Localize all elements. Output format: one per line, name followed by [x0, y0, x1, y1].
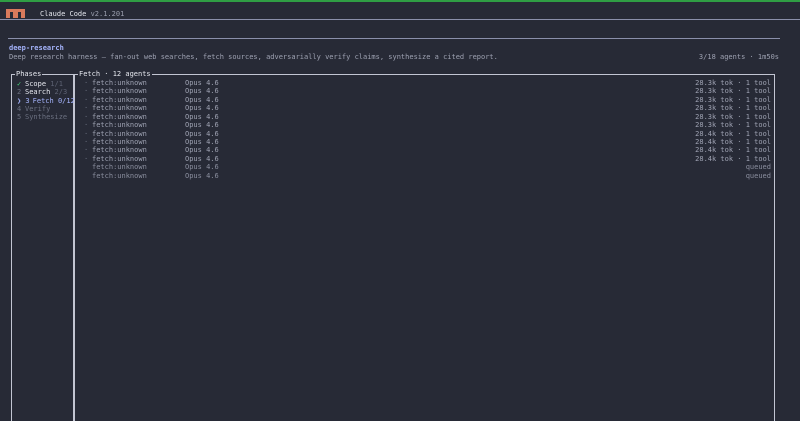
- phase-label: Fetch 0/12: [32, 96, 75, 105]
- agent-name: fetch:unknown: [92, 112, 147, 121]
- phase-item-scope[interactable]: ✓ Scope 1/1: [17, 80, 77, 88]
- agents-panel: Fetch · 12 agents · fetch:unknown Opus 4.6…: [74, 70, 775, 421]
- status-dot-icon: ·: [84, 79, 89, 87]
- agent-model: Opus 4.6: [185, 129, 219, 138]
- agent-stats: 28.4k tok · 1 tool: [695, 146, 771, 155]
- agent-stats: queued: [745, 171, 771, 180]
- phase-number: 4: [17, 104, 22, 113]
- agent-name: fetch:unknown: [92, 79, 147, 87]
- phase-item-search[interactable]: 2 Search 2/3: [17, 88, 77, 96]
- agent-name: fetch:unknown: [92, 137, 147, 146]
- workflow-divider: [8, 38, 780, 39]
- status-dot-icon: ·: [84, 112, 89, 121]
- agent-name: fetch:unknown: [92, 129, 147, 138]
- agent-model: Opus 4.6: [185, 146, 219, 155]
- agent-stats: 28.3k tok · 1 tool: [695, 79, 771, 87]
- agent-stats: 28.3k tok · 1 tool: [695, 121, 771, 130]
- status-dot-icon: ·: [84, 154, 89, 163]
- status-dot-icon: ·: [84, 137, 89, 146]
- agent-stats: 28.3k tok · 1 tool: [695, 87, 771, 96]
- app-title: Claude Code v2.1.201: [40, 10, 124, 18]
- top-accent-line: [0, 0, 800, 2]
- status-dot-icon: ·: [84, 129, 89, 138]
- agent-name: fetch:unknown: [92, 121, 147, 130]
- agent-stats: 28.3k tok · 1 tool: [695, 112, 771, 121]
- header-divider: [0, 19, 800, 20]
- agent-name: fetch:unknown: [92, 146, 147, 155]
- agent-row[interactable]: · fetch:unknown Opus 4.6 28.3k tok · 1 tool: [84, 121, 771, 129]
- agent-row[interactable]: · fetch:unknown Opus 4.6 28.3k tok · 1 tool: [84, 79, 771, 87]
- agent-row[interactable]: · fetch:unknown Opus 4.6 28.4k tok · 1 tool: [84, 130, 771, 138]
- check-icon: ✓: [17, 80, 22, 88]
- phase-item-verify[interactable]: 4 Verify: [17, 105, 77, 113]
- agent-name: fetch:unknown: [92, 87, 147, 96]
- phase-item-fetch[interactable]: ❯ 3 Fetch 0/12: [17, 97, 77, 105]
- workflow-name: deep-research: [9, 44, 64, 52]
- agent-row[interactable]: · fetch:unknown Opus 4.6 28.3k tok · 1 tool: [84, 96, 771, 104]
- agent-model: Opus 4.6: [185, 154, 219, 163]
- status-dot-icon: ·: [84, 121, 89, 130]
- agent-name: fetch:unknown: [92, 154, 147, 163]
- workflow-status: 3/18 agents · 1m50s: [698, 53, 779, 61]
- status-dot-icon: ·: [84, 87, 89, 96]
- agent-model: Opus 4.6: [185, 112, 219, 121]
- status-dot-icon: ·: [84, 95, 89, 104]
- status-dot-icon: ·: [84, 104, 89, 113]
- status-dot-icon: ·: [84, 146, 89, 155]
- agent-stats: 28.4k tok · 1 tool: [695, 137, 771, 146]
- agent-row[interactable]: fetch:unknown Opus 4.6 queued: [84, 172, 771, 180]
- workflow-description: Deep research harness — fan-out web sear…: [9, 53, 498, 61]
- phase-number: 5: [17, 113, 22, 122]
- phase-label: Verify: [25, 104, 51, 113]
- agent-row[interactable]: · fetch:unknown Opus 4.6 28.3k tok · 1 tool: [84, 113, 771, 121]
- agent-stats: 28.3k tok · 1 tool: [695, 104, 771, 113]
- agent-name: fetch:unknown: [92, 163, 147, 172]
- phase-label: Scope: [25, 80, 47, 88]
- phase-count: 2/3: [54, 88, 68, 97]
- phase-label: Search: [25, 88, 51, 97]
- agent-row[interactable]: · fetch:unknown Opus 4.6 28.4k tok · 1 tool: [84, 138, 771, 146]
- phase-label: Synthesize: [25, 113, 68, 122]
- agent-stats: 28.3k tok · 1 tool: [695, 95, 771, 104]
- app-name: Claude Code: [40, 10, 87, 18]
- agent-stats: queued: [745, 163, 771, 172]
- agent-row[interactable]: · fetch:unknown Opus 4.6 28.3k tok · 1 tool: [84, 104, 771, 112]
- phases-title: Phases: [15, 70, 43, 79]
- agent-name: fetch:unknown: [92, 95, 147, 104]
- app-version: v2.1.201: [90, 10, 125, 18]
- agent-model: Opus 4.6: [185, 171, 219, 180]
- agent-model: Opus 4.6: [185, 95, 219, 104]
- claude-logo: [6, 9, 25, 18]
- phase-number: 2: [17, 88, 22, 97]
- agent-name: fetch:unknown: [92, 104, 147, 113]
- agent-model: Opus 4.6: [185, 104, 219, 113]
- agent-row[interactable]: · fetch:unknown Opus 4.6 28.4k tok · 1 tool: [84, 155, 771, 163]
- phase-count: 1/1: [50, 80, 63, 88]
- agent-row[interactable]: · fetch:unknown Opus 4.6 28.4k tok · 1 tool: [84, 146, 771, 154]
- agent-model: Opus 4.6: [185, 163, 219, 172]
- phases-panel: Phases ✓ Scope 1/1 2 Search 2/3 ❯ 3 Fetch 0/1…: [11, 70, 77, 421]
- agents-title: Fetch · 12 agents: [78, 70, 152, 79]
- agent-stats: 28.4k tok · 1 tool: [695, 129, 771, 138]
- chevron-right-icon: ❯ 3: [17, 96, 30, 105]
- agent-row[interactable]: · fetch:unknown Opus 4.6 28.3k tok · 1 tool: [84, 87, 771, 95]
- agent-model: Opus 4.6: [185, 137, 219, 146]
- agent-stats: 28.4k tok · 1 tool: [695, 154, 771, 163]
- agent-name: fetch:unknown: [92, 171, 147, 180]
- agent-row[interactable]: fetch:unknown Opus 4.6 queued: [84, 163, 771, 171]
- agent-model: Opus 4.6: [185, 121, 219, 130]
- agent-model: Opus 4.6: [185, 87, 219, 96]
- phase-item-synthesize[interactable]: 5 Synthesize: [17, 113, 77, 121]
- agent-model: Opus 4.6: [185, 79, 219, 87]
